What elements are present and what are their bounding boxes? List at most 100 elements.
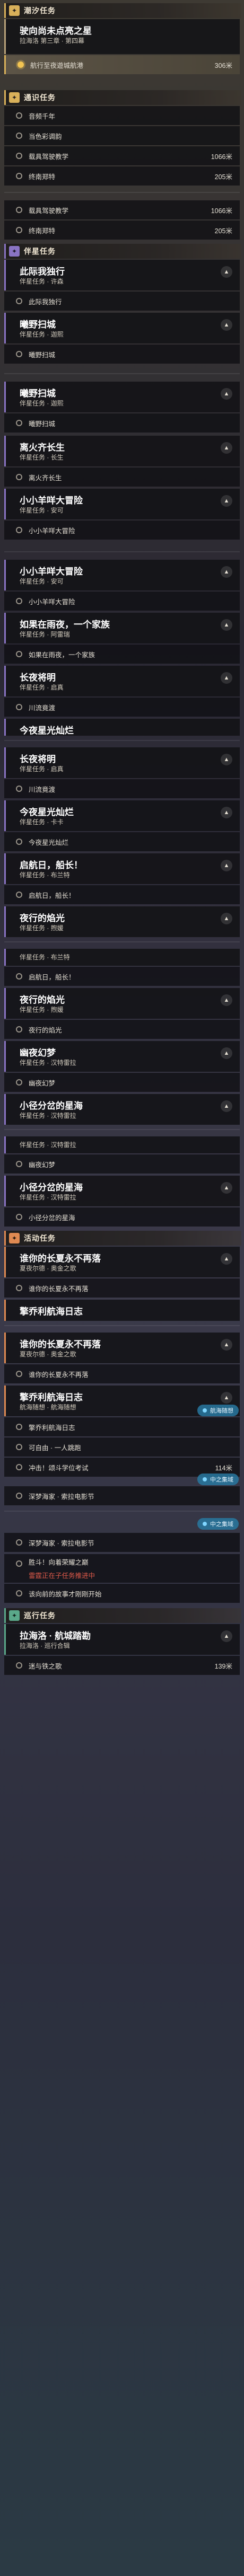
step-item[interactable]: 当色彩调韵 xyxy=(4,126,240,145)
chevron-up-icon[interactable]: ▲ xyxy=(221,442,232,454)
quest-card-main[interactable]: 驶向尚未点亮之星 拉海洛 第三章 · 第四幕 xyxy=(4,19,240,54)
step-item[interactable]: 小小羊咩大冒险 xyxy=(4,521,240,540)
chevron-up-icon[interactable]: ▲ xyxy=(221,994,232,1006)
quest-card[interactable]: 如果在雨夜，一个家族 伴星任务 · 阿雷瑞 ▲ xyxy=(4,613,240,643)
active-step[interactable]: 航行至夜遊城航港 306米 xyxy=(4,55,240,74)
step-text: 当色彩调韵 xyxy=(29,133,62,140)
step-item[interactable]: 小径分岔的星海 xyxy=(4,1207,240,1227)
step-item[interactable]: 深梦海家 · 索拉电影节 xyxy=(4,1533,240,1552)
step-item[interactable]: 谁你的长夏永不再落 xyxy=(4,1364,240,1383)
floating-tag[interactable]: 中之集域 xyxy=(197,1518,239,1530)
chevron-up-icon[interactable]: ▲ xyxy=(221,754,232,765)
floating-tag[interactable]: 中之集域 xyxy=(197,1474,239,1485)
step-item[interactable]: 此际我独行 xyxy=(4,292,240,311)
chevron-up-icon[interactable]: ▲ xyxy=(221,807,232,818)
quest-card[interactable]: 长夜将明 伴星任务 · 启真 ▲ xyxy=(4,747,240,778)
quest-card[interactable]: 此际我独行 伴星任务 · 许森 ▲ xyxy=(4,260,240,290)
step-item[interactable]: 曦野扫城 xyxy=(4,413,240,433)
step-item[interactable]: 载具驾驶教学 1066米 xyxy=(4,200,240,219)
chevron-up-icon[interactable]: ▲ xyxy=(221,913,232,924)
chevron-up-icon[interactable]: ▲ xyxy=(221,1182,232,1194)
step-item[interactable]: 该向前的故事才刚刚开始 xyxy=(4,1584,240,1603)
chevron-up-icon[interactable]: ▲ xyxy=(221,619,232,631)
floating-tag-label: 航海随想 xyxy=(210,1408,233,1414)
step-item[interactable]: 谁你的长夏永不再落 xyxy=(4,1278,240,1298)
chevron-up-icon[interactable]: ▲ xyxy=(221,860,232,871)
step-text: 终南郑特 xyxy=(29,173,56,181)
step-item[interactable]: 音频千年 xyxy=(4,106,240,125)
quest-card[interactable]: 小小羊咩大冒险 伴星任务 · 安可 ▲ xyxy=(4,560,240,590)
section-header-roaming[interactable]: ✦ 巡行任务 xyxy=(4,1608,241,1623)
step-item[interactable]: 深梦海家 · 索拉电影节 xyxy=(4,1486,240,1505)
step-item[interactable]: 载具驾驶教学 1066米 xyxy=(4,146,240,165)
step-item[interactable]: 擎乔利航海日志 xyxy=(4,1417,240,1436)
step-item[interactable]: 终南郑特 205米 xyxy=(4,220,240,240)
chevron-up-icon[interactable]: ▲ xyxy=(221,495,232,507)
quest-card[interactable]: 启航日，船长！ 伴星任务 · 布兰特 ▲ xyxy=(4,853,240,884)
chevron-up-icon[interactable]: ▲ xyxy=(221,1253,232,1265)
chevron-up-icon[interactable]: ▲ xyxy=(221,319,232,331)
quest-subtitle: 伴星任务 · 阿雷瑞 xyxy=(20,631,70,638)
step-item[interactable]: 川流竟渡 xyxy=(4,698,240,717)
quest-card[interactable]: 谁你的长夏永不再落 夏夜尔德 · 奥金之歌 ▲ xyxy=(4,1333,240,1363)
chevron-up-icon[interactable]: ▲ xyxy=(221,566,232,578)
quest-card[interactable]: 曦野扫城 伴星任务 · 迦熙 ▲ xyxy=(4,313,240,343)
quest-card[interactable]: 拉海洛 · 航城踏勘 拉海洛 · 巡行合辑 ▲ xyxy=(4,1624,240,1655)
quest-subtitle: 伴星任务 · 煦媛 xyxy=(20,924,64,932)
step-marker-icon xyxy=(16,892,22,898)
quest-card[interactable]: 幽夜幻梦 伴星任务 · 汉特雷拉 ▲ xyxy=(4,1041,240,1072)
step-marker-icon xyxy=(16,1560,22,1567)
floating-tag[interactable]: 航海随想 xyxy=(197,1405,239,1416)
quest-card[interactable]: 擎乔利航海日志 xyxy=(4,1300,240,1321)
chevron-up-icon[interactable]: ▲ xyxy=(221,1047,232,1059)
step-text: 小小羊咩大冒险 xyxy=(29,527,75,535)
chevron-up-icon[interactable]: ▲ xyxy=(221,672,232,684)
step-item[interactable]: 幽夜幻梦 xyxy=(4,1154,240,1174)
quest-card[interactable]: 今夜星光灿烂 xyxy=(4,719,240,736)
quest-card[interactable]: 伴星任务 · 汉特雷拉 xyxy=(4,1136,240,1153)
chevron-up-icon[interactable]: ▲ xyxy=(221,1630,232,1642)
section-header-companion[interactable]: ✦ 伴星任务 xyxy=(4,244,241,259)
step-item[interactable]: 启航日，船长！ xyxy=(4,967,240,986)
step-item[interactable]: 迷与铁之歌 139米 xyxy=(4,1656,240,1675)
quest-card[interactable]: 夜行的焰光 伴星任务 · 煦媛 ▲ xyxy=(4,906,240,937)
quest-card[interactable]: 小径分岔的星海 伴星任务 · 汉特雷拉 ▲ xyxy=(4,1176,240,1206)
quest-card[interactable]: 长夜将明 伴星任务 · 启真 ▲ xyxy=(4,666,240,696)
quest-card[interactable]: 离火齐长生 伴星任务 · 长生 ▲ xyxy=(4,436,240,466)
step-text: 川流竟渡 xyxy=(29,704,56,712)
step-item[interactable]: 川流竟渡 xyxy=(4,779,240,798)
quest-card[interactable]: 谁你的长夏永不再落 夏夜尔德 · 奥金之歌 ▲ xyxy=(4,1247,240,1277)
step-marker-icon xyxy=(16,651,22,657)
chevron-up-icon[interactable]: ▲ xyxy=(221,1339,232,1351)
chevron-up-icon[interactable]: ▲ xyxy=(221,1100,232,1112)
step-item[interactable]: 启航日，船长！ xyxy=(4,885,240,904)
chevron-up-icon[interactable]: ▲ xyxy=(221,266,232,278)
step-item[interactable]: 可自由 · 一人跳跑 xyxy=(4,1437,240,1457)
chevron-up-icon[interactable]: ▲ xyxy=(221,1392,232,1404)
section-header-common[interactable]: ✦ 通识任务 xyxy=(4,90,241,105)
section-header-activity[interactable]: ✦ 活动任务 xyxy=(4,1231,241,1246)
chevron-up-icon[interactable]: ▲ xyxy=(221,388,232,400)
quest-card[interactable]: 夜行的焰光 伴星任务 · 煦媛 ▲ xyxy=(4,988,240,1019)
quest-card[interactable]: 小径分岔的星海 伴星任务 · 汉特雷拉 ▲ xyxy=(4,1094,240,1125)
quest-card[interactable]: 小小羊咩大冒险 伴星任务 · 安可 ▲ xyxy=(4,489,240,519)
step-item[interactable]: 小小羊咩大冒险 xyxy=(4,592,240,611)
step-text: 深梦海家 · 索拉电影节 xyxy=(29,1539,94,1547)
step-item[interactable]: 幽夜幻梦 xyxy=(4,1073,240,1092)
section-header-tidal[interactable]: ✦ 潮汐任务 xyxy=(4,3,241,18)
step-item[interactable]: 如果在雨夜，一个家族 xyxy=(4,645,240,664)
step-item[interactable]: 终南郑特 205米 xyxy=(4,166,240,186)
quest-card[interactable]: 伴星任务 · 布兰特 xyxy=(4,949,240,966)
step-distance: 114米 xyxy=(215,1464,232,1472)
step-item[interactable]: 夜行的焰光 xyxy=(4,1020,240,1039)
quest-card[interactable]: 曦野扫城 伴星任务 · 迦熙 ▲ xyxy=(4,382,240,412)
quest-subtitle: 伴星任务 · 汉特雷拉 xyxy=(20,1112,76,1119)
quest-title: 今夜星光灿烂 xyxy=(20,726,74,736)
step-item[interactable]: 胜斗！向着荣耀之巅 雷霆正在子任务推进中 xyxy=(4,1554,240,1583)
step-item[interactable]: 今夜星光灿烂 xyxy=(4,832,240,851)
step-item[interactable]: 曦野扫城 xyxy=(4,345,240,364)
quest-card[interactable]: 今夜星光灿烂 伴星任务 · 卡卡 ▲ xyxy=(4,800,240,831)
step-item[interactable]: 离火齐长生 xyxy=(4,467,240,487)
step-marker-icon xyxy=(16,227,22,233)
quest-title: 小径分岔的星海 xyxy=(20,1101,83,1111)
